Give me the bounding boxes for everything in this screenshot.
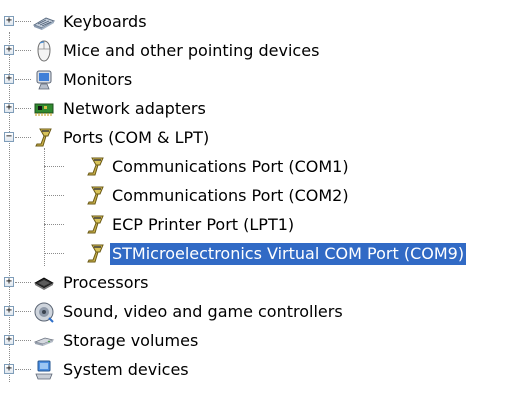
- expand-toggle[interactable]: +: [4, 16, 14, 26]
- expand-toggle[interactable]: +: [4, 364, 14, 374]
- tree-item-mice[interactable]: + Mice and other pointing devices: [0, 37, 506, 66]
- tree-connector: [44, 224, 64, 225]
- tree-item-label: Communications Port (COM2): [112, 186, 349, 205]
- tree-item-label: Mice and other pointing devices: [63, 41, 320, 60]
- tree-item-label: Processors: [63, 273, 149, 292]
- keyboard-icon: [32, 10, 56, 34]
- tree-item-label: Network adapters: [63, 99, 206, 118]
- processor-icon: [32, 271, 56, 295]
- tree-item-label: Ports (COM & LPT): [63, 128, 210, 147]
- system-device-icon: [32, 358, 56, 382]
- expand-toggle[interactable]: +: [4, 45, 14, 55]
- tree-item-ports[interactable]: − Ports (COM & LPT): [0, 124, 506, 153]
- tree-item-label: Keyboards: [63, 12, 147, 31]
- tree-connector: [15, 282, 31, 283]
- expand-toggle[interactable]: +: [4, 103, 14, 113]
- tree-item-system-devices[interactable]: + System devices: [0, 356, 506, 385]
- tree-item-network-adapters[interactable]: + Network adapters: [0, 95, 506, 124]
- tree-connector: [15, 108, 31, 109]
- port-connector-icon: [84, 213, 108, 237]
- expand-toggle[interactable]: +: [4, 306, 14, 316]
- tree-connector: [15, 369, 31, 370]
- tree-item-label: Storage volumes: [63, 331, 199, 350]
- tree-item-label: Communications Port (COM1): [112, 157, 349, 176]
- tree-item-label: ECP Printer Port (LPT1): [112, 215, 295, 234]
- storage-volume-icon: [32, 329, 56, 353]
- tree-connector: [15, 340, 31, 341]
- tree-item-keyboards[interactable]: + Keyboards: [0, 8, 506, 37]
- tree-item-monitors[interactable]: + Monitors: [0, 66, 506, 95]
- mouse-icon: [32, 39, 56, 63]
- expand-toggle[interactable]: +: [4, 74, 14, 84]
- port-connector-icon: [32, 126, 56, 150]
- tree-item-storage-volumes[interactable]: + Storage volumes: [0, 327, 506, 356]
- tree-item-processors[interactable]: + Processors: [0, 269, 506, 298]
- tree-connector: [15, 79, 31, 80]
- tree-connector: [44, 195, 64, 196]
- expand-toggle[interactable]: +: [4, 277, 14, 287]
- tree-connector: [44, 253, 64, 254]
- port-connector-icon: [84, 242, 108, 266]
- network-adapter-icon: [32, 97, 56, 121]
- port-connector-icon: [84, 184, 108, 208]
- tree-item-com2[interactable]: Communications Port (COM2): [0, 182, 506, 211]
- device-tree: + Keyboards + Mice and other pointing de…: [0, 8, 506, 394]
- port-connector-icon: [84, 155, 108, 179]
- tree-connector: [15, 50, 31, 51]
- tree-item-sound-video-game[interactable]: + Sound, video and game controllers: [0, 298, 506, 327]
- expand-toggle[interactable]: +: [4, 335, 14, 345]
- tree-connector: [44, 166, 64, 167]
- tree-item-label-selected: STMicroelectronics Virtual COM Port (COM…: [108, 242, 468, 266]
- tree-item-com9[interactable]: STMicroelectronics Virtual COM Port (COM…: [0, 240, 506, 269]
- tree-item-label: Sound, video and game controllers: [63, 302, 343, 321]
- tree-connector: [15, 21, 31, 22]
- tree-item-label: System devices: [63, 360, 189, 379]
- tree-item-com1[interactable]: Communications Port (COM1): [0, 153, 506, 182]
- collapse-toggle[interactable]: −: [4, 132, 14, 142]
- tree-connector: [15, 311, 31, 312]
- tree-item-label: Monitors: [63, 70, 133, 89]
- monitor-icon: [32, 68, 56, 92]
- tree-connector: [15, 137, 31, 138]
- speaker-icon: [32, 300, 56, 324]
- tree-item-lpt1[interactable]: ECP Printer Port (LPT1): [0, 211, 506, 240]
